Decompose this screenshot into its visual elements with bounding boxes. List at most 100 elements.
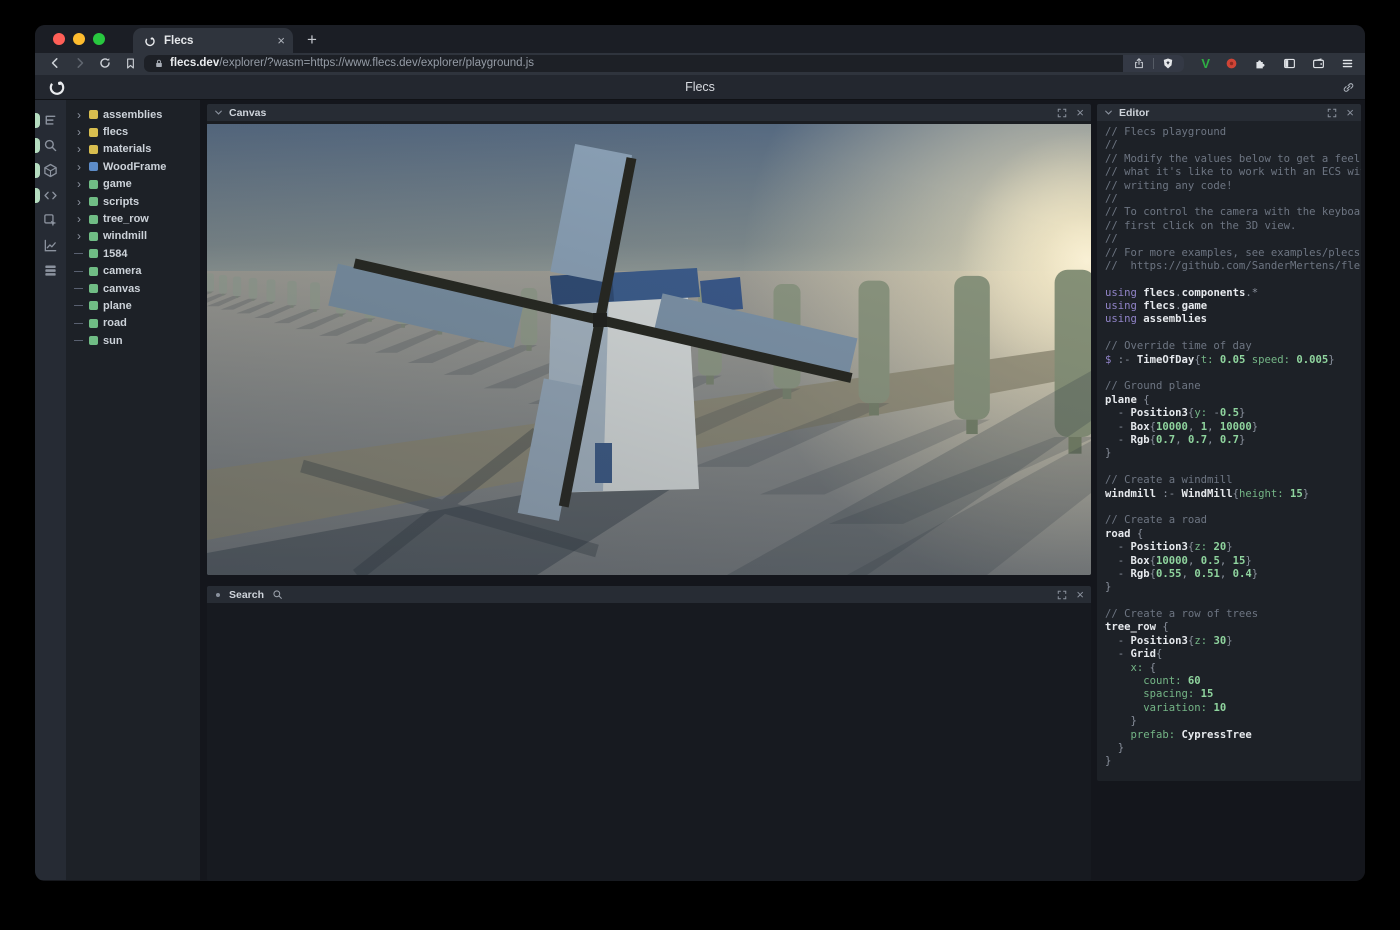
vimium-extension-icon[interactable]: V (1201, 56, 1210, 71)
leaf-dash-icon (74, 305, 84, 306)
tree-item-label: road (103, 317, 127, 329)
entity-kind-icon (89, 128, 98, 137)
expand-arrow-icon[interactable]: › (74, 109, 84, 121)
expand-arrow-icon[interactable]: › (74, 161, 84, 173)
code-line: - Rgb{0.55, 0.51, 0.4} (1105, 568, 1361, 581)
code-line: // first click on the 3D view. (1105, 220, 1361, 233)
entity-kind-icon (89, 319, 98, 328)
close-panel-icon[interactable]: × (1076, 106, 1084, 119)
search-panel-header: Search × (207, 586, 1091, 603)
tree-item-materials[interactable]: ›materials (66, 141, 200, 158)
leaf-dash-icon (74, 288, 84, 289)
share-link-icon[interactable] (1342, 81, 1355, 94)
tree-item-sun[interactable]: sun (66, 332, 200, 349)
tree-item-scripts[interactable]: ›scripts (66, 193, 200, 210)
code-line (1105, 595, 1361, 608)
back-button[interactable] (47, 55, 63, 71)
tree-item-road[interactable]: road (66, 315, 200, 332)
panel-toggle-queries-list-icon[interactable] (35, 259, 66, 282)
entity-tree: ›assemblies›flecs›materials›WoodFrame›ga… (66, 100, 200, 880)
code-line: // To control the camera with the keyboa… (1105, 206, 1361, 219)
close-panel-icon[interactable]: × (1346, 106, 1354, 119)
tree-item-1584[interactable]: 1584 (66, 245, 200, 262)
red-extension-icon[interactable] (1223, 55, 1239, 71)
active-indicator (35, 188, 40, 203)
active-indicator (35, 113, 40, 128)
close-window-button[interactable] (53, 33, 65, 45)
fullscreen-icon[interactable] (1327, 108, 1337, 118)
tab-title: Flecs (164, 35, 270, 47)
code-line: // Create a road (1105, 514, 1361, 527)
fullscreen-icon[interactable] (1057, 590, 1067, 600)
code-editor[interactable]: // Flecs playground//// Modify the value… (1097, 121, 1361, 781)
code-line: // what it's like to work with an ECS wi… (1105, 166, 1361, 179)
panel-toggle-entity-tree-icon[interactable] (35, 109, 66, 132)
collapse-chevron-icon[interactable] (214, 108, 223, 117)
forward-button[interactable] (72, 55, 88, 71)
tree-item-flecs[interactable]: › flecs (66, 123, 200, 140)
zoom-window-button[interactable] (93, 33, 105, 45)
expand-arrow-icon[interactable]: › (74, 196, 84, 208)
panel-toggle-code-editor-icon[interactable] (35, 184, 66, 207)
tree-item-game[interactable]: ›game (66, 176, 200, 193)
tree-item-tree_row[interactable]: ›tree_row (66, 210, 200, 227)
sidebar-toggle-icon[interactable] (1281, 55, 1297, 71)
tree-item-plane[interactable]: plane (66, 297, 200, 314)
lock-icon (154, 58, 164, 69)
panel-toggle-scene-cube-icon[interactable] (35, 159, 66, 182)
entity-kind-icon (89, 336, 98, 345)
code-line: tree_row { (1105, 621, 1361, 634)
tree-item-camera[interactable]: camera (66, 263, 200, 280)
editor-panel-title: Editor (1119, 107, 1149, 119)
tab-close-icon[interactable]: × (277, 34, 285, 47)
close-panel-icon[interactable]: × (1076, 588, 1084, 601)
panel-toggle-search-icon[interactable] (35, 134, 66, 157)
code-line: // https://github.com/SanderMertens/flec… (1105, 260, 1361, 273)
code-line: } (1105, 742, 1361, 755)
search-results-area[interactable] (207, 603, 1091, 881)
extensions-puzzle-icon[interactable] (1252, 55, 1268, 71)
tree-item-windmill[interactable]: ›windmill (66, 228, 200, 245)
panel-toggle-inspector-select-icon[interactable] (35, 209, 66, 232)
code-line: // (1105, 193, 1361, 206)
bookmark-icon[interactable] (122, 55, 138, 71)
tree-item-assemblies[interactable]: ›assemblies (66, 106, 200, 123)
tree-item-WoodFrame[interactable]: ›WoodFrame (66, 158, 200, 175)
brave-shield-icon[interactable] (1160, 55, 1176, 71)
leaf-dash-icon (74, 323, 84, 324)
expand-arrow-icon[interactable]: › (74, 230, 84, 242)
window-controls (35, 25, 119, 53)
collapse-chevron-icon[interactable] (1104, 108, 1113, 117)
code-line: $ :- TimeOfDay{t: 0.05 speed: 0.005} (1105, 354, 1361, 367)
search-panel-title: Search (229, 589, 264, 601)
panel-toggle-stats-chart-icon[interactable] (35, 234, 66, 257)
minimize-window-button[interactable] (73, 33, 85, 45)
expand-arrow-icon[interactable]: › (74, 178, 84, 190)
reload-button[interactable] (97, 55, 113, 71)
tree-item-label: canvas (103, 283, 140, 295)
canvas-panel-header: Canvas × (207, 104, 1091, 121)
code-line: using assemblies (1105, 313, 1361, 326)
expand-arrow-icon[interactable]: › (74, 143, 84, 155)
canvas-panel-title: Canvas (229, 107, 266, 119)
address-bar[interactable]: flecs.dev/explorer/?wasm=https://www.fle… (144, 55, 1123, 72)
menu-icon[interactable] (1339, 55, 1355, 71)
url-text: flecs.dev/explorer/?wasm=https://www.fle… (170, 57, 534, 69)
code-line (1105, 501, 1361, 514)
collapsed-dot-icon[interactable] (216, 593, 220, 597)
main-area: Canvas × (200, 100, 1365, 880)
expand-arrow-icon[interactable]: › (74, 126, 84, 138)
share-icon[interactable] (1131, 55, 1147, 71)
tree-item-canvas[interactable]: canvas (66, 280, 200, 297)
fullscreen-icon[interactable] (1057, 108, 1067, 118)
browser-tab[interactable]: Flecs × (133, 28, 293, 53)
flecs-favicon (143, 34, 157, 48)
3d-viewport[interactable] (207, 121, 1091, 575)
code-line: spacing: 15 (1105, 688, 1361, 701)
tree-item-label: flecs (103, 126, 128, 138)
wallet-icon[interactable] (1310, 55, 1326, 71)
browser-window: Flecs × + flecs.dev/explorer/?wasm=https… (35, 25, 1365, 881)
code-line: } (1105, 581, 1361, 594)
new-tab-button[interactable]: + (307, 30, 317, 50)
expand-arrow-icon[interactable]: › (74, 213, 84, 225)
